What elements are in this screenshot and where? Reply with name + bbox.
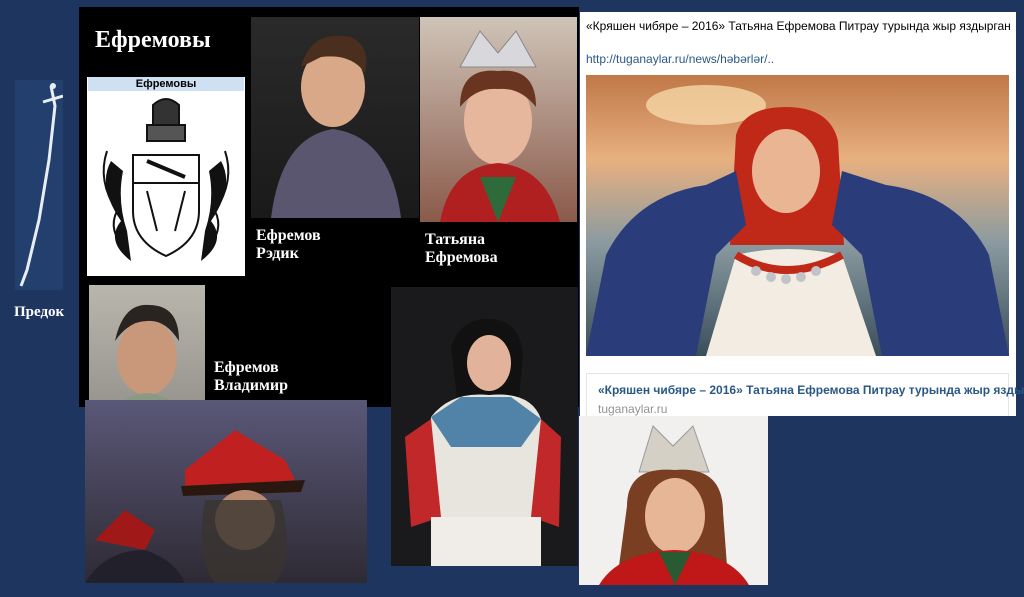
vladimir-caption-line2: Владимир bbox=[214, 377, 288, 394]
post-text: «Кряшен чибяре – 2016» Татьяна Ефремова … bbox=[586, 19, 1011, 33]
coat-of-arms-title: Ефремовы bbox=[88, 77, 244, 91]
preview-domain: tuganaylar.ru bbox=[598, 402, 668, 416]
rzdik-caption-line2: Рэдик bbox=[256, 245, 299, 262]
tatyana-caption-line2: Ефремова bbox=[425, 249, 498, 266]
tatyana-crown-portrait bbox=[579, 416, 768, 585]
social-post-card: «Кряшен чибяре – 2016» Татьяна Ефремова … bbox=[580, 12, 1024, 416]
rzdik-photo bbox=[251, 17, 419, 218]
tatyana-folk-costume-photo bbox=[391, 287, 578, 566]
tatyana-caption-line1: Татьяна bbox=[425, 231, 486, 248]
post-link[interactable]: http://tuganaylar.ru/news/həbərlər/.. bbox=[586, 52, 774, 66]
post-photo[interactable] bbox=[586, 75, 1009, 356]
panel-title: Ефремовы bbox=[95, 27, 211, 53]
sword-image bbox=[15, 80, 63, 290]
pirate-film-still bbox=[85, 400, 367, 583]
coat-of-arms-image bbox=[102, 98, 230, 261]
coat-of-arms-card: Ефремовы bbox=[87, 77, 245, 276]
rzdik-caption-line1: Ефремов bbox=[256, 227, 321, 244]
tatyana-crown-photo bbox=[420, 17, 577, 222]
vladimir-caption-line1: Ефремов bbox=[214, 359, 279, 376]
post-preview-box[interactable]: «Кряшен чибяре – 2016» Татьяна Ефремова … bbox=[586, 373, 1024, 416]
ancestor-caption: Предок bbox=[14, 304, 65, 320]
preview-title[interactable]: «Кряшен чибяре – 2016» Татьяна Ефремова … bbox=[598, 383, 1024, 397]
